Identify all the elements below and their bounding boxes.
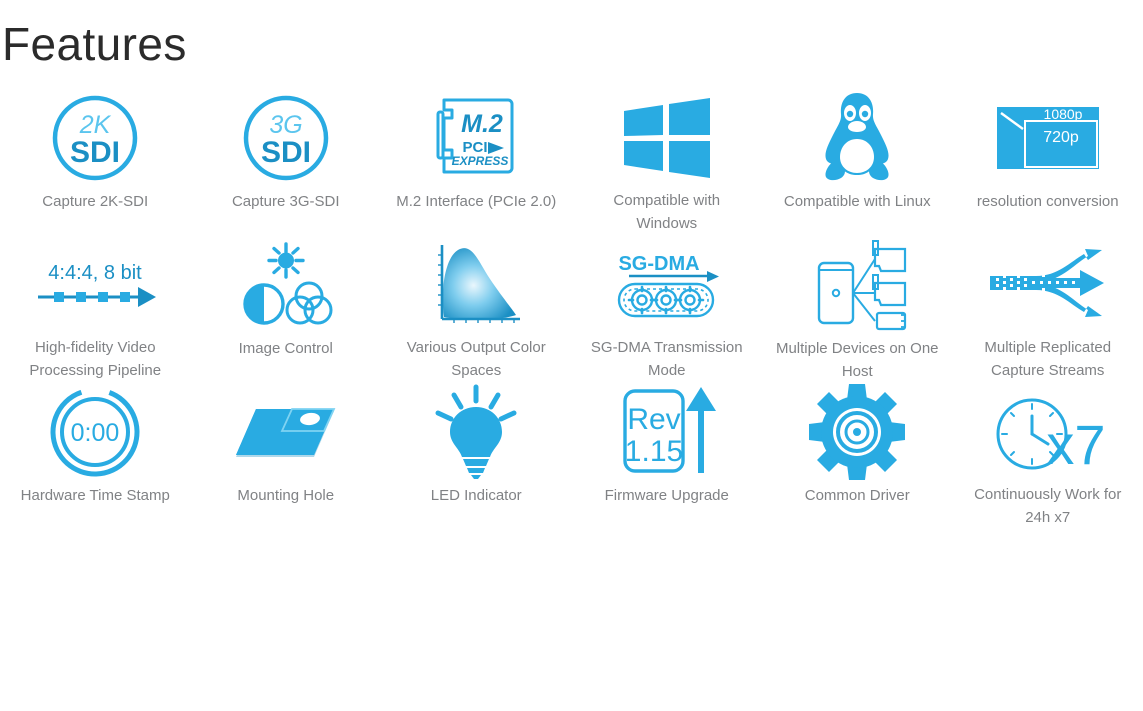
feature-m2-interface[interactable]: M.2 PCI EXPRESS M.2 Interface (PCIe 2.0): [381, 88, 572, 235]
feature-label: Capture 2K-SDI: [42, 193, 149, 210]
feature-sg-dma-mode[interactable]: SG-DMA SG-DMA Transmission Mode: [572, 235, 763, 382]
pipeline-arrow-icon: 4:4:4, 8 bit: [0, 235, 191, 334]
feature-label: Hardware Time Stamp: [20, 487, 170, 504]
svg-text:2K: 2K: [79, 111, 112, 139]
light-bulb-icon: [381, 382, 572, 482]
feature-label: SG-DMA Transmission Mode: [590, 339, 743, 379]
feature-label: Compatible with Linux: [783, 193, 931, 210]
feature-label: Multiple Replicated Capture Streams: [984, 339, 1112, 379]
feature-output-color-spaces[interactable]: Various Output Color Spaces: [381, 235, 572, 382]
page-title: Features: [2, 18, 187, 70]
svg-text:3G: 3G: [269, 111, 302, 139]
feature-label: Mounting Hole: [237, 487, 335, 504]
features-grid: 2K SDI Capture 2K-SDI 3G SDI Capture 3G-…: [0, 88, 1143, 529]
feature-label: Common Driver: [804, 487, 910, 504]
feature-mounting-hole[interactable]: Mounting Hole: [191, 382, 382, 529]
resolution-conversion-icon: 1080p 720p: [953, 88, 1143, 188]
feature-compatible-windows[interactable]: Compatible with Windows: [572, 88, 763, 235]
feature-resolution-conversion[interactable]: 1080p 720p resolution conversion: [953, 88, 1143, 235]
firmware-upgrade-icon: Rev 1.15: [572, 382, 763, 482]
sg-dma-label: SG-DMA: [618, 253, 699, 275]
feature-label: Continuously Work for 24h x7: [974, 486, 1122, 526]
stopwatch-time-label: 0:00: [71, 419, 120, 447]
feature-label: Various Output Color Spaces: [406, 339, 546, 379]
feature-continuous-operation[interactable]: x7 Continuously Work for 24h x7: [953, 382, 1143, 529]
2k-sdi-badge-icon: 2K SDI: [0, 88, 191, 188]
cie-chromaticity-icon: [381, 235, 572, 334]
mounting-hole-icon: [191, 382, 382, 482]
feature-capture-3g-sdi[interactable]: 3G SDI Capture 3G-SDI: [191, 88, 382, 235]
feature-label: M.2 Interface (PCIe 2.0): [396, 193, 557, 210]
feature-replicated-streams[interactable]: Multiple Replicated Capture Streams: [953, 235, 1143, 382]
clock-multiplier-label: x7: [1046, 413, 1105, 476]
windows-logo-icon: [572, 88, 763, 187]
feature-firmware-upgrade[interactable]: Rev 1.15 Firmware Upgrade: [572, 382, 763, 529]
multiple-devices-host-icon: [762, 235, 953, 335]
svg-text:EXPRESS: EXPRESS: [452, 154, 509, 168]
svg-text:SDI: SDI: [261, 136, 311, 169]
feature-label: LED Indicator: [430, 487, 522, 504]
feature-label: Firmware Upgrade: [604, 487, 729, 504]
feature-compatible-linux[interactable]: Compatible with Linux: [762, 88, 953, 235]
feature-image-control[interactable]: Image Control: [191, 235, 382, 382]
pipeline-format-label: 4:4:4, 8 bit: [49, 262, 143, 284]
firmware-rev-label: Rev: [627, 403, 680, 436]
resolution-source-label: 1080p: [1043, 106, 1082, 122]
stopwatch-icon: 0:00: [0, 382, 191, 482]
sg-dma-gears-icon: SG-DMA: [572, 235, 763, 334]
feature-label: Multiple Devices on One Host: [775, 340, 939, 380]
clock-x7-icon: x7: [953, 382, 1143, 481]
feature-common-driver[interactable]: Common Driver: [762, 382, 953, 529]
m2-card-icon: M.2 PCI EXPRESS: [381, 88, 572, 188]
svg-text:SDI: SDI: [70, 136, 120, 169]
3g-sdi-badge-icon: 3G SDI: [191, 88, 382, 188]
feature-high-fidelity-pipeline[interactable]: 4:4:4, 8 bit High-fidelity Video Process…: [0, 235, 191, 382]
feature-capture-2k-sdi[interactable]: 2K SDI Capture 2K-SDI: [0, 88, 191, 235]
image-control-icon: [191, 235, 382, 335]
feature-multiple-devices[interactable]: Multiple Devices on One Host: [762, 235, 953, 382]
gear-icon: [762, 382, 953, 482]
feature-label: Capture 3G-SDI: [231, 193, 340, 210]
feature-led-indicator[interactable]: LED Indicator: [381, 382, 572, 529]
feature-label: High-fidelity Video Processing Pipeline: [29, 339, 162, 379]
resolution-target-label: 720p: [1043, 129, 1079, 146]
feature-label: resolution conversion: [976, 193, 1119, 210]
feature-label: Image Control: [238, 340, 333, 357]
replicated-streams-icon: [953, 235, 1143, 334]
linux-penguin-icon: [762, 88, 953, 188]
feature-hardware-time-stamp[interactable]: 0:00 Hardware Time Stamp: [0, 382, 191, 529]
svg-text:M.2: M.2: [461, 110, 503, 138]
firmware-version-label: 1.15: [625, 435, 683, 468]
feature-label: Compatible with Windows: [613, 192, 721, 232]
